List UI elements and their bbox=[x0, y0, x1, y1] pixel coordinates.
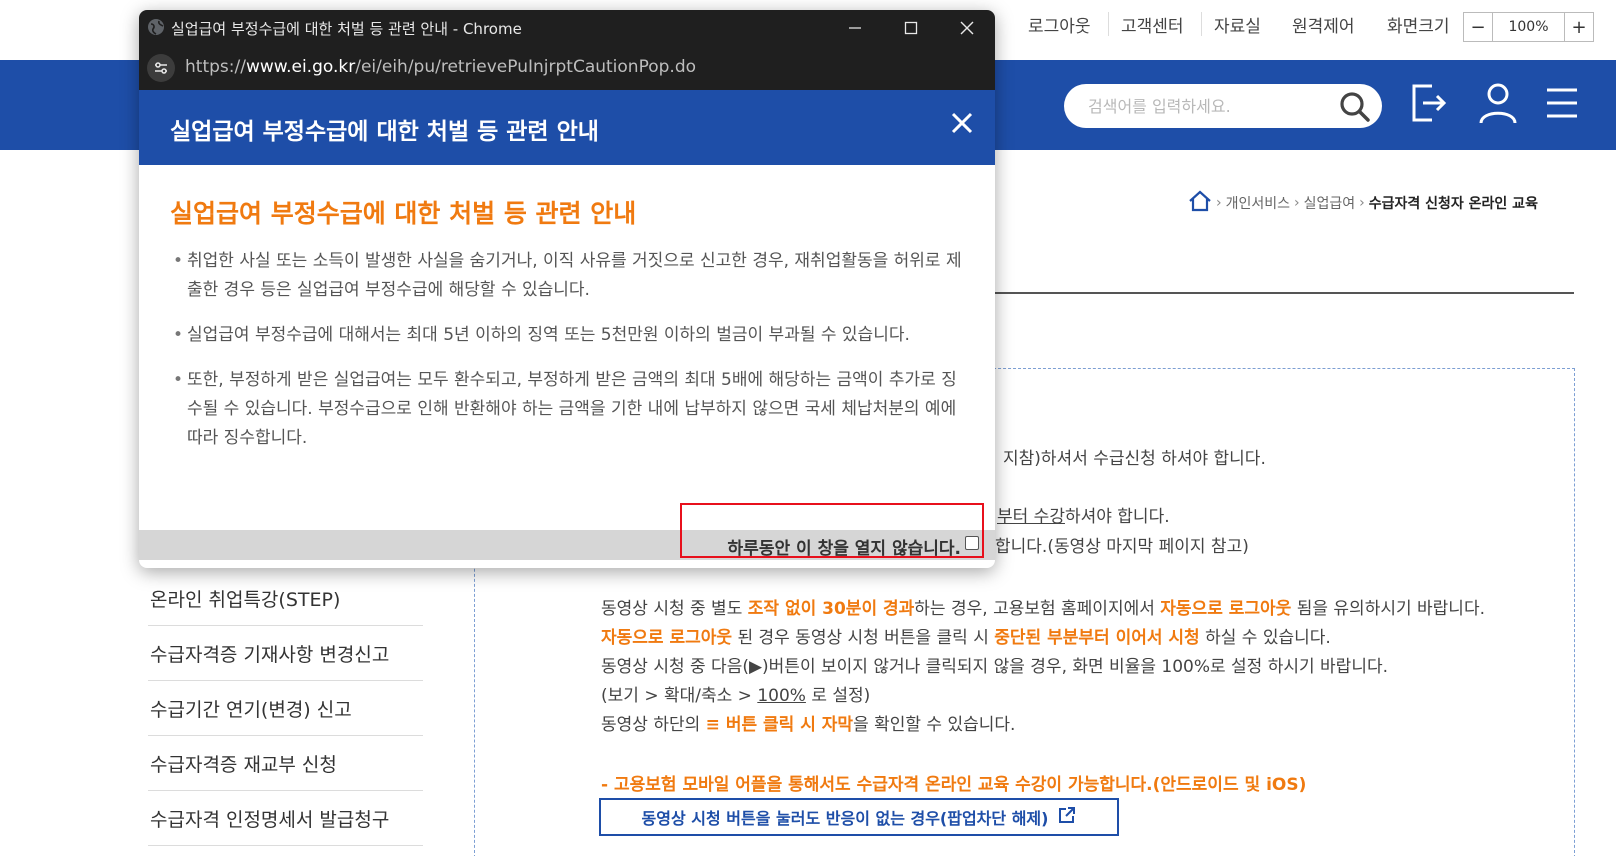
popup-header: 실업급여 부정수급에 대한 처벌 등 관련 안내 bbox=[139, 90, 995, 165]
popup-body-title: 실업급여 부정수급에 대한 처벌 등 관련 안내 bbox=[170, 199, 637, 228]
url-text[interactable]: https://www.ei.go.kr/ei/eih/pu/retrieveP… bbox=[185, 57, 696, 77]
text: 로 설정) bbox=[805, 686, 871, 706]
mobile-app-note: - 고용보험 모바일 어플을 통해서도 수급자격 온라인 교육 수강이 가능합니… bbox=[601, 775, 1307, 795]
breadcrumb-separator: › bbox=[1216, 195, 1222, 211]
logout-icon[interactable] bbox=[1410, 82, 1450, 128]
globe-icon bbox=[147, 18, 165, 40]
text: 된 경우 동영상 시청 버튼을 클릭 시 bbox=[732, 628, 995, 648]
customer-center-link[interactable]: 고객센터 bbox=[1121, 12, 1184, 37]
text: (보기 > 확대/축소 > bbox=[601, 686, 758, 706]
highlight-text: ≡ 버튼 클릭 시 자막 bbox=[705, 715, 854, 735]
window-close-icon[interactable] bbox=[939, 10, 995, 46]
url-prefix: https:// bbox=[185, 57, 246, 77]
highlight-text: 조작 없이 30분이 경과 bbox=[747, 599, 915, 619]
zoom-in-button[interactable]: + bbox=[1565, 13, 1593, 41]
sidebar-item[interactable]: 수급기간 연기(변경) 신고 bbox=[148, 681, 423, 736]
highlight-text: 자동으로 로그아웃 bbox=[1160, 599, 1292, 619]
sidebar-item[interactable]: 온라인 취업특강(STEP) bbox=[148, 572, 423, 626]
breadcrumb-current: 수급자격 신청자 온라인 교육 bbox=[1368, 196, 1538, 212]
url-domain: www.ei.go.kr bbox=[245, 57, 356, 77]
divider bbox=[1201, 12, 1202, 36]
maximize-icon[interactable] bbox=[883, 10, 939, 46]
zoom-control: − 100% + bbox=[1463, 12, 1594, 42]
window-title: 실업급여 부정수급에 대한 처벌 등 관련 안내 - Chrome bbox=[171, 20, 522, 38]
notice-line: 동영상 시청 중 별도 조작 없이 30분이 경과하는 경우, 고용보험 홈페이… bbox=[601, 594, 1485, 619]
notice-line: 동영상 하단의 ≡ 버튼 클릭 시 자막을 확인할 수 있습니다. bbox=[601, 710, 1015, 735]
divider bbox=[1108, 12, 1109, 36]
search-box bbox=[1064, 84, 1382, 128]
archive-link[interactable]: 자료실 bbox=[1214, 12, 1261, 37]
external-link-icon bbox=[1058, 806, 1076, 828]
breadcrumb-separator: › bbox=[1359, 195, 1365, 211]
notice-line: 자동으로 로그아웃 된 경우 동영상 시청 버튼을 클릭 시 중단된 부분부터 … bbox=[601, 623, 1331, 648]
home-icon[interactable] bbox=[1188, 190, 1212, 216]
annotation-highlight-box bbox=[680, 503, 984, 558]
text: 하는 경우, 고용보험 홈페이지에서 bbox=[914, 599, 1161, 619]
sidebar-item[interactable]: 수급자격증 재교부 신청 bbox=[148, 736, 423, 791]
breadcrumb: › 개인서비스 › 실업급여 › 수급자격 신청자 온라인 교육 bbox=[1188, 190, 1538, 216]
highlight-text: 자동으로 로그아웃 bbox=[601, 628, 733, 648]
menu-icon[interactable] bbox=[1545, 86, 1579, 124]
left-sidebar-menu: 온라인 취업특강(STEP) 수급자격증 기재사항 변경신고 수급기간 연기(변… bbox=[148, 572, 423, 846]
text: 동영상 하단의 bbox=[601, 715, 706, 735]
list-item: 실업급여 부정수급에 대해서는 최대 5년 이하의 징역 또는 5천만원 이하의… bbox=[173, 321, 963, 350]
text: 하셔야 합니다. bbox=[1064, 507, 1170, 527]
breadcrumb-item[interactable]: 개인서비스 bbox=[1226, 193, 1290, 213]
notice-list: 취업한 사실 또는 소득이 발생한 사실을 숨기거나, 이직 사유를 거짓으로 … bbox=[173, 247, 963, 469]
close-icon[interactable] bbox=[951, 112, 973, 138]
zoom-out-button[interactable]: − bbox=[1464, 13, 1492, 41]
breadcrumb-item[interactable]: 실업급여 bbox=[1304, 193, 1356, 213]
remote-control-link[interactable]: 원격제어 bbox=[1292, 12, 1355, 37]
list-item: 또한, 부정하게 받은 실업급여는 모두 환수되고, 부정하게 받은 금액의 최… bbox=[173, 366, 963, 453]
list-item: 취업한 사실 또는 소득이 발생한 사실을 숨기거나, 이직 사유를 거짓으로 … bbox=[173, 247, 963, 305]
content-line: 합니다.(동영상 마지막 페이지 참고) bbox=[995, 537, 1249, 557]
screen-size-label: 화면크기 bbox=[1387, 17, 1450, 37]
underlined-text: 100% bbox=[757, 686, 806, 706]
sidebar-item[interactable]: 수급자격 인정명세서 발급청구 bbox=[148, 791, 423, 846]
text: 동영상 시청 중 별도 bbox=[601, 599, 748, 619]
button-label: 동영상 시청 버튼을 눌러도 반응이 없는 경우(팝업차단 해제) bbox=[641, 809, 1049, 828]
sidebar-item[interactable]: 수급자격증 기재사항 변경신고 bbox=[148, 626, 423, 681]
site-info-icon[interactable] bbox=[147, 54, 175, 82]
popup-body: 실업급여 부정수급에 대한 처벌 등 관련 안내 취업한 사실 또는 소득이 발… bbox=[139, 165, 995, 540]
chrome-popup-window: 실업급여 부정수급에 대한 처벌 등 관련 안내 - Chrome https:… bbox=[139, 10, 995, 568]
notice-line: 동영상 시청 중 다음(▶)버튼이 보이지 않거나 클릭되지 않을 경우, 화면… bbox=[601, 657, 1388, 677]
search-icon[interactable] bbox=[1338, 90, 1372, 128]
zoom-value: 100% bbox=[1492, 13, 1565, 41]
logout-link[interactable]: 로그아웃 bbox=[1028, 12, 1091, 37]
popup-header-title: 실업급여 부정수급에 대한 처벌 등 관련 안내 bbox=[170, 119, 599, 145]
text: 을 확인할 수 있습니다. bbox=[853, 715, 1016, 735]
highlight-text: 중단된 부분부터 이어서 시청 bbox=[994, 628, 1200, 648]
content-line: 지참)하셔서 수급신청 하셔야 합니다. bbox=[1003, 449, 1266, 469]
underlined-text: 부터 수강 bbox=[997, 507, 1065, 527]
url-path: /ei/eih/pu/retrievePuInjrptCautionPop.do bbox=[355, 57, 697, 77]
breadcrumb-separator: › bbox=[1294, 195, 1300, 211]
user-icon[interactable] bbox=[1477, 82, 1519, 130]
notice-line: (보기 > 확대/축소 > 100% 로 설정) bbox=[601, 681, 870, 706]
window-titlebar: 실업급여 부정수급에 대한 처벌 등 관련 안내 - Chrome bbox=[139, 10, 995, 46]
popup-blocked-help-button[interactable]: 동영상 시청 버튼을 눌러도 반응이 없는 경우(팝업차단 해제) bbox=[599, 798, 1119, 836]
text: 하실 수 있습니다. bbox=[1199, 628, 1331, 648]
minimize-icon[interactable] bbox=[827, 10, 883, 46]
address-bar: https://www.ei.go.kr/ei/eih/pu/retrieveP… bbox=[139, 46, 995, 90]
search-input[interactable] bbox=[1088, 94, 1318, 118]
content-line: 부터 수강하셔야 합니다. bbox=[997, 502, 1170, 527]
text: 됨을 유의하시기 바랍니다. bbox=[1291, 599, 1485, 619]
